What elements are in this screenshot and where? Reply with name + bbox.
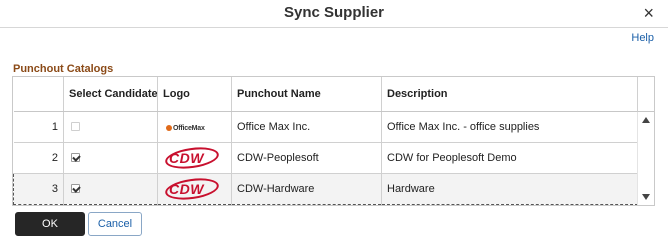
sync-supplier-dialog: Sync Supplier × Help Punchout Catalogs S… (0, 0, 668, 244)
catalog-table: Select Candidate Logo Punchout Name Desc… (13, 77, 639, 205)
row-number: 1 (13, 111, 64, 143)
ok-button[interactable]: OK (15, 212, 85, 236)
column-header-logo: Logo (157, 77, 232, 112)
punchout-name: CDW-Hardware (231, 172, 382, 205)
table-row[interactable]: 3 CDW CDW-Hardware Hardware (13, 172, 639, 205)
description: Hardware (381, 172, 639, 205)
cancel-button[interactable]: Cancel (88, 212, 142, 236)
row-number: 3 (13, 172, 64, 205)
scroll-up-icon[interactable] (642, 117, 650, 123)
select-cell (63, 172, 158, 205)
row-number: 2 (13, 142, 64, 174)
cdw-logo: CDW (163, 174, 221, 203)
logo-cell: CDW (157, 172, 232, 205)
scrollbar-header-spacer (637, 77, 654, 112)
table-row[interactable]: 1 OfficeMax Office Max Inc. Office Max I… (13, 111, 639, 143)
logo-cell: OfficeMax (157, 111, 232, 143)
description: CDW for Peoplesoft Demo (381, 142, 639, 174)
punchout-name: Office Max Inc. (231, 111, 382, 143)
select-candidate-checkbox[interactable] (71, 153, 80, 163)
punchout-catalogs-grid: Select Candidate Logo Punchout Name Desc… (12, 76, 655, 206)
logo-cell: CDW (157, 142, 232, 174)
officemax-logo: OfficeMax (166, 125, 205, 132)
row-number-header (13, 77, 64, 112)
table-header-row: Select Candidate Logo Punchout Name Desc… (13, 77, 639, 112)
select-cell (63, 111, 158, 143)
section-title: Punchout Catalogs (13, 63, 114, 75)
table-row[interactable]: 2 CDW CDW-Peoplesoft CDW for Peoplesoft … (13, 142, 639, 174)
select-candidate-checkbox[interactable] (71, 184, 80, 194)
dialog-title: Sync Supplier (283, 4, 385, 21)
close-icon[interactable]: × (643, 3, 654, 23)
select-candidate-checkbox[interactable] (71, 122, 80, 132)
scroll-down-icon[interactable] (642, 194, 650, 200)
column-header-select: Select Candidate (63, 77, 158, 112)
dialog-titlebar: Sync Supplier × (0, 0, 668, 28)
cdw-logo: CDW (163, 143, 221, 172)
punchout-name: CDW-Peoplesoft (231, 142, 382, 174)
select-cell (63, 142, 158, 174)
help-link[interactable]: Help (631, 32, 654, 44)
description: Office Max Inc. - office supplies (381, 111, 639, 143)
grid-scrollbar[interactable] (637, 112, 654, 205)
column-header-punchout-name: Punchout Name (231, 77, 382, 112)
column-header-description: Description (381, 77, 639, 112)
